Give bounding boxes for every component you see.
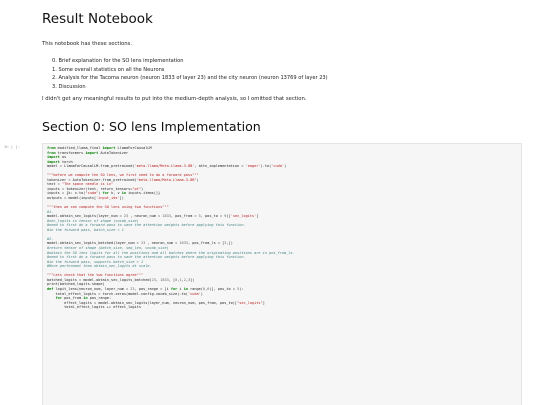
code-token: 1833 [160, 277, 169, 282]
code-token: inputs = {k: v.to( [47, 191, 86, 196]
code-token: , neuron_num = [128, 214, 163, 219]
section-list-item: 0. Brief explanation for the SO lens imp… [52, 58, 184, 64]
code-token: inputs = tokenizer(text, return_tensors= [47, 186, 133, 191]
code-token: 'eager' [245, 164, 261, 169]
code-token: "The space needle is in" [61, 182, 114, 187]
code-token: , attn_implementation = [194, 164, 246, 169]
code-token: 'input_ids' [96, 196, 120, 201]
code-token: #2. [47, 236, 54, 241]
code-token: )], pos_to = [209, 286, 238, 291]
code-token: tokenizer = AutoTokenizer.from_pretraine… [47, 177, 137, 182]
section-list-item: 3. Discussion [52, 83, 86, 90]
code-token: model = LlamaForCausalLM.from_pretrained… [47, 164, 135, 169]
code-token: ) [196, 177, 199, 182]
code-token: ) [140, 186, 144, 191]
section-list-item: 1. Some overall statistics on all the Ne… [52, 66, 165, 73]
code-token: ) [284, 164, 287, 169]
code-token: ,]) [226, 241, 233, 246]
code-token: model.obtain_sec_logits(layer_num = [47, 214, 124, 219]
code-token: #need to first do a forward pass to save… [47, 223, 246, 228]
code-token: os [59, 155, 67, 160]
code-token: 1833 [162, 214, 171, 219]
code-token: #in the forward pass, supports batch_siz… [47, 259, 144, 264]
code-token: ): [239, 286, 244, 291]
code-token: total_effect_logits += effect_logits [47, 305, 141, 310]
code-token: , pos_from_ls = [ [187, 241, 225, 246]
code-token: #1. [47, 209, 54, 214]
code-token: ).to( [260, 164, 272, 169]
notebook-page: Result Notebook This notebook has these … [0, 0, 540, 405]
code-token: #More performant than obtain_sec_logits … [47, 264, 152, 269]
code-token: from [47, 150, 56, 155]
code-token: LlamaForCausalLM [115, 146, 152, 150]
code-token: print(batched_logits.shape) [47, 282, 105, 287]
section-list-item: 2. Analysis for the Tacoma neuron (neuro… [52, 75, 328, 82]
code-token: ) [200, 291, 203, 296]
code-token: """then we can compute the SO lens using… [47, 205, 169, 210]
code-token: "meta-llama/Meta-Llama-3-8B" [136, 177, 197, 182]
code-token: , pos_from = [170, 214, 199, 219]
code-token: """Lets check that the two functions agr… [47, 273, 144, 278]
code-token: k, v [108, 191, 122, 196]
omission-note: I didn't get any meaningful results to p… [42, 96, 307, 102]
code-token: total_effect_logits = torch.zeros(model.… [47, 291, 188, 296]
section-heading: Section 0: SO lens Implementation [42, 119, 261, 134]
code-token: ]) [190, 277, 195, 282]
code-token: "cuda" [85, 191, 99, 196]
code-token: torch [59, 159, 73, 164]
code-token: text = [47, 182, 62, 187]
code-editor[interactable]: from modified_llama_final import LlamaFo… [47, 146, 295, 310]
code-token: model.obtain_sec_logits_batched(layer_nu… [47, 241, 141, 246]
code-token: range( [187, 286, 203, 291]
code-token: pos_from [61, 296, 84, 301]
code-token: import [47, 159, 60, 164]
code-token: import [85, 150, 99, 155]
code-token: 'cuda' [187, 291, 201, 296]
code-token: 1833 [179, 241, 188, 246]
code-token: #in the forward pass, batch_size = 1 [47, 227, 124, 232]
code-token: inputs.items()} [126, 191, 161, 196]
code-token: pos_range: [87, 296, 112, 301]
code-token: ] [256, 214, 259, 219]
code-token: effect_logits = model.obtain_sec_logits(… [47, 300, 238, 305]
code-token: "sec_logits" [237, 300, 263, 305]
code-token: """before we compute the SO lens, we fir… [47, 173, 199, 178]
code-token: batched_logits = model.obtain_sec_logits… [47, 277, 152, 282]
code-token: #sec_logits is tensor of shape (vocab_si… [47, 218, 139, 223]
code-line: model = LlamaForCausalLM.from_pretrained… [47, 164, 295, 169]
code-token: from [47, 146, 56, 150]
code-token: import [102, 146, 116, 150]
notebook-title: Result Notebook [42, 11, 153, 27]
code-token: logit_lens(neuron_num, layer_num = [53, 286, 131, 291]
code-line: total_effect_logits += effect_logits [47, 305, 295, 310]
code-token: #obtain the SO lens logits for all the p… [47, 250, 295, 255]
cell-prompt: In [ ]: [4, 144, 21, 149]
code-token: AutoTokenizer [98, 150, 129, 155]
code-token: modified_llama_final [55, 146, 103, 150]
code-token: ]) [119, 196, 124, 201]
code-token: "pt" [132, 186, 141, 191]
code-token: transformers [55, 150, 86, 155]
code-token: 'meta-llama/Meta-Llama-3-8B' [134, 164, 195, 169]
code-token: , neuron_num = [145, 241, 180, 246]
code-token: outputs = model(inputs[ [47, 196, 97, 201]
intro-text: This notebook has these sections. [42, 41, 132, 47]
code-token: 'cuda' [271, 164, 285, 169]
code-token: , pos_range = [i [134, 286, 171, 291]
section-list: 0. Brief explanation for the SO lens imp… [52, 57, 328, 91]
code-cell[interactable]: from modified_llama_final import LlamaFo… [42, 143, 522, 405]
code-token: 'sec_logits' [230, 214, 257, 219]
code-token: import [47, 155, 60, 160]
code-token: #return tensor of shape (batch_size, seq… [47, 246, 169, 251]
code-token: , pos_to = [200, 214, 225, 219]
code-token: #need to first do a forward pass to save… [47, 255, 246, 260]
code-token: ] [262, 300, 265, 305]
